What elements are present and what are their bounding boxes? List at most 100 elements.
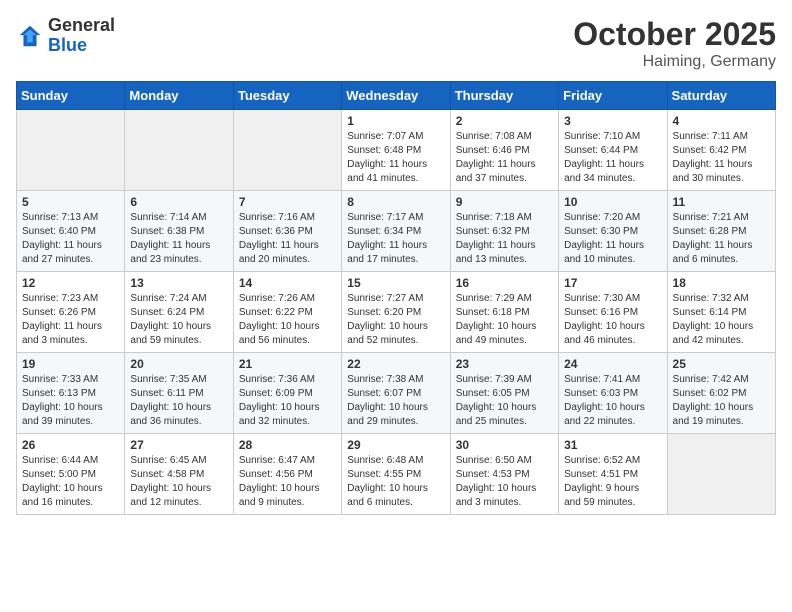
day-info: Sunrise: 6:44 AM Sunset: 5:00 PM Dayligh…	[22, 454, 119, 510]
calendar-cell: 14 Sunrise: 7:26 AM Sunset: 6:22 PM Dayli…	[233, 272, 341, 353]
calendar-cell: 23 Sunrise: 7:39 AM Sunset: 6:05 PM Dayli…	[450, 353, 558, 434]
month-title: October 2025	[573, 16, 776, 53]
day-number: 13	[130, 276, 227, 290]
calendar-week-row: 12 Sunrise: 7:23 AM Sunset: 6:26 PM Dayli…	[17, 272, 776, 353]
day-info: Sunrise: 7:32 AM Sunset: 6:14 PM Dayligh…	[673, 292, 770, 348]
day-number: 26	[22, 438, 119, 452]
day-info: Sunrise: 7:16 AM Sunset: 6:36 PM Dayligh…	[239, 211, 336, 267]
day-number: 10	[564, 195, 661, 209]
day-number: 25	[673, 357, 770, 371]
calendar-cell: 13 Sunrise: 7:24 AM Sunset: 6:24 PM Dayli…	[125, 272, 233, 353]
day-number: 31	[564, 438, 661, 452]
weekday-header: Tuesday	[233, 82, 341, 110]
weekday-header: Thursday	[450, 82, 558, 110]
day-info: Sunrise: 7:41 AM Sunset: 6:03 PM Dayligh…	[564, 373, 661, 429]
day-number: 15	[347, 276, 444, 290]
calendar-cell: 25 Sunrise: 7:42 AM Sunset: 6:02 PM Dayli…	[667, 353, 775, 434]
day-info: Sunrise: 7:35 AM Sunset: 6:11 PM Dayligh…	[130, 373, 227, 429]
calendar: SundayMondayTuesdayWednesdayThursdayFrid…	[16, 81, 776, 515]
logo-blue: Blue	[48, 35, 87, 55]
day-number: 17	[564, 276, 661, 290]
calendar-cell: 6Sunrise: 7:14 AM Sunset: 6:38 PM Daylig…	[125, 191, 233, 272]
calendar-cell: 10Sunrise: 7:20 AM Sunset: 6:30 PM Dayli…	[559, 191, 667, 272]
calendar-cell	[125, 110, 233, 191]
day-info: Sunrise: 7:11 AM Sunset: 6:42 PM Dayligh…	[673, 130, 770, 186]
day-info: Sunrise: 7:38 AM Sunset: 6:07 PM Dayligh…	[347, 373, 444, 429]
calendar-cell: 21 Sunrise: 7:36 AM Sunset: 6:09 PM Dayli…	[233, 353, 341, 434]
day-number: 2	[456, 114, 553, 128]
day-info: Sunrise: 7:24 AM Sunset: 6:24 PM Dayligh…	[130, 292, 227, 348]
day-number: 29	[347, 438, 444, 452]
calendar-cell: 30Sunrise: 6:50 AM Sunset: 4:53 PM Dayli…	[450, 434, 558, 515]
calendar-header-row: SundayMondayTuesdayWednesdayThursdayFrid…	[17, 82, 776, 110]
day-number: 3	[564, 114, 661, 128]
day-number: 27	[130, 438, 227, 452]
calendar-cell: 15 Sunrise: 7:27 AM Sunset: 6:20 PM Dayli…	[342, 272, 450, 353]
day-info: Sunrise: 7:07 AM Sunset: 6:48 PM Dayligh…	[347, 130, 444, 186]
calendar-cell: 29 Sunrise: 6:48 AM Sunset: 4:55 PM Dayli…	[342, 434, 450, 515]
day-info: Sunrise: 7:29 AM Sunset: 6:18 PM Dayligh…	[456, 292, 553, 348]
day-info: Sunrise: 7:08 AM Sunset: 6:46 PM Dayligh…	[456, 130, 553, 186]
day-number: 28	[239, 438, 336, 452]
day-info: Sunrise: 7:42 AM Sunset: 6:02 PM Dayligh…	[673, 373, 770, 429]
calendar-cell: 18Sunrise: 7:32 AM Sunset: 6:14 PM Dayli…	[667, 272, 775, 353]
logo: General Blue	[16, 16, 115, 56]
day-info: Sunrise: 6:48 AM Sunset: 4:55 PM Dayligh…	[347, 454, 444, 510]
calendar-cell: 31 Sunrise: 6:52 AM Sunset: 4:51 PM Dayli…	[559, 434, 667, 515]
day-info: Sunrise: 7:30 AM Sunset: 6:16 PM Dayligh…	[564, 292, 661, 348]
calendar-cell: 28 Sunrise: 6:47 AM Sunset: 4:56 PM Dayli…	[233, 434, 341, 515]
calendar-cell: 5Sunrise: 7:13 AM Sunset: 6:40 PM Daylig…	[17, 191, 125, 272]
day-number: 4	[673, 114, 770, 128]
weekday-header: Friday	[559, 82, 667, 110]
calendar-cell: 9 Sunrise: 7:18 AM Sunset: 6:32 PM Daylig…	[450, 191, 558, 272]
day-number: 23	[456, 357, 553, 371]
calendar-week-row: 19 Sunrise: 7:33 AM Sunset: 6:13 PM Dayli…	[17, 353, 776, 434]
day-number: 6	[130, 195, 227, 209]
calendar-cell	[667, 434, 775, 515]
day-number: 8	[347, 195, 444, 209]
weekday-header: Monday	[125, 82, 233, 110]
calendar-cell: 1Sunrise: 7:07 AM Sunset: 6:48 PM Daylig…	[342, 110, 450, 191]
calendar-cell: 19 Sunrise: 7:33 AM Sunset: 6:13 PM Dayli…	[17, 353, 125, 434]
day-number: 14	[239, 276, 336, 290]
calendar-cell: 17 Sunrise: 7:30 AM Sunset: 6:16 PM Dayli…	[559, 272, 667, 353]
day-number: 16	[456, 276, 553, 290]
day-number: 21	[239, 357, 336, 371]
day-number: 12	[22, 276, 119, 290]
day-info: Sunrise: 7:23 AM Sunset: 6:26 PM Dayligh…	[22, 292, 119, 348]
day-number: 9	[456, 195, 553, 209]
location: Haiming, Germany	[573, 53, 776, 71]
logo-icon	[16, 22, 44, 50]
calendar-cell: 12 Sunrise: 7:23 AM Sunset: 6:26 PM Dayli…	[17, 272, 125, 353]
day-info: Sunrise: 7:21 AM Sunset: 6:28 PM Dayligh…	[673, 211, 770, 267]
day-number: 19	[22, 357, 119, 371]
day-info: Sunrise: 7:10 AM Sunset: 6:44 PM Dayligh…	[564, 130, 661, 186]
calendar-cell: 2 Sunrise: 7:08 AM Sunset: 6:46 PM Daylig…	[450, 110, 558, 191]
day-info: Sunrise: 7:27 AM Sunset: 6:20 PM Dayligh…	[347, 292, 444, 348]
day-info: Sunrise: 7:13 AM Sunset: 6:40 PM Dayligh…	[22, 211, 119, 267]
logo-general: General	[48, 15, 115, 35]
day-number: 11	[673, 195, 770, 209]
day-number: 7	[239, 195, 336, 209]
weekday-header: Wednesday	[342, 82, 450, 110]
calendar-cell: 7 Sunrise: 7:16 AM Sunset: 6:36 PM Daylig…	[233, 191, 341, 272]
calendar-cell: 22Sunrise: 7:38 AM Sunset: 6:07 PM Dayli…	[342, 353, 450, 434]
calendar-cell: 11 Sunrise: 7:21 AM Sunset: 6:28 PM Dayli…	[667, 191, 775, 272]
day-info: Sunrise: 7:26 AM Sunset: 6:22 PM Dayligh…	[239, 292, 336, 348]
day-info: Sunrise: 6:52 AM Sunset: 4:51 PM Dayligh…	[564, 454, 661, 510]
day-info: Sunrise: 7:36 AM Sunset: 6:09 PM Dayligh…	[239, 373, 336, 429]
page-header: General Blue October 2025 Haiming, Germa…	[16, 16, 776, 71]
title-block: October 2025 Haiming, Germany	[573, 16, 776, 71]
day-info: Sunrise: 7:18 AM Sunset: 6:32 PM Dayligh…	[456, 211, 553, 267]
weekday-header: Saturday	[667, 82, 775, 110]
calendar-cell	[17, 110, 125, 191]
calendar-week-row: 1Sunrise: 7:07 AM Sunset: 6:48 PM Daylig…	[17, 110, 776, 191]
calendar-cell: 26 Sunrise: 6:44 AM Sunset: 5:00 PM Dayli…	[17, 434, 125, 515]
calendar-cell: 3 Sunrise: 7:10 AM Sunset: 6:44 PM Daylig…	[559, 110, 667, 191]
day-info: Sunrise: 6:45 AM Sunset: 4:58 PM Dayligh…	[130, 454, 227, 510]
day-info: Sunrise: 6:47 AM Sunset: 4:56 PM Dayligh…	[239, 454, 336, 510]
calendar-cell: 20Sunrise: 7:35 AM Sunset: 6:11 PM Dayli…	[125, 353, 233, 434]
calendar-cell: 4 Sunrise: 7:11 AM Sunset: 6:42 PM Daylig…	[667, 110, 775, 191]
day-info: Sunrise: 7:33 AM Sunset: 6:13 PM Dayligh…	[22, 373, 119, 429]
day-info: Sunrise: 7:39 AM Sunset: 6:05 PM Dayligh…	[456, 373, 553, 429]
